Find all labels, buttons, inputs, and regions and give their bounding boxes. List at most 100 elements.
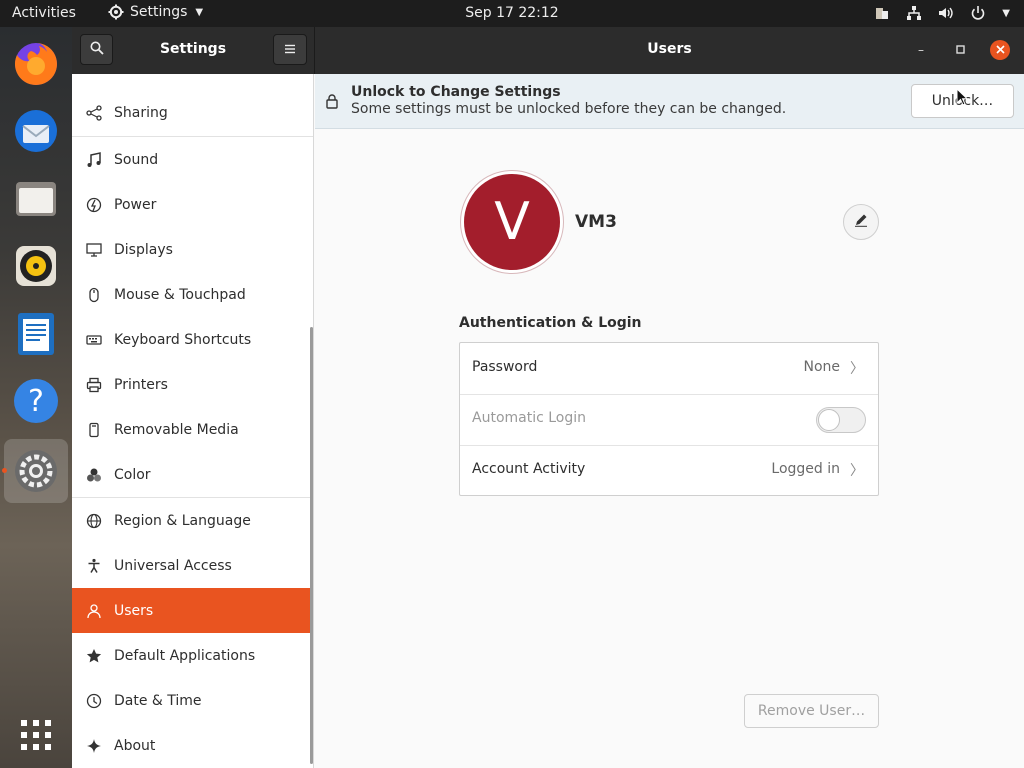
- thunderbird-icon[interactable]: [4, 99, 68, 163]
- sidebar-item-displays[interactable]: Displays: [72, 227, 313, 272]
- password-label: Password: [472, 359, 538, 375]
- maximize-button[interactable]: [950, 40, 970, 60]
- caret-down-icon: ▼: [195, 6, 204, 18]
- lock-icon: [325, 93, 339, 113]
- close-button[interactable]: [990, 40, 1010, 60]
- libreoffice-writer-icon[interactable]: [4, 302, 68, 366]
- minimize-icon: –: [918, 43, 924, 57]
- pencil-icon: [854, 213, 868, 231]
- infobar-title: Unlock to Change Settings: [351, 84, 561, 100]
- clock-icon: [86, 693, 102, 709]
- app-menu-label: Settings: [130, 4, 188, 20]
- sidebar-item-label: Power: [114, 196, 157, 213]
- maximize-icon: [955, 43, 965, 57]
- printer-icon: [86, 377, 102, 393]
- sidebar-item-region-language[interactable]: Region & Language: [72, 498, 313, 543]
- sidebar-item-label: About: [114, 737, 156, 754]
- sidebar-item-label: Region & Language: [114, 512, 251, 529]
- sidebar-item-universal-access[interactable]: Universal Access: [72, 543, 313, 588]
- chevron-right-icon: 〉: [850, 463, 864, 479]
- clock[interactable]: Sep 17 22:12: [465, 5, 558, 21]
- sidebar-item-sound[interactable]: Sound: [72, 137, 313, 182]
- users-panel: Unlock to Change Settings Some settings …: [315, 74, 1024, 768]
- activities-button[interactable]: Activities: [12, 5, 76, 21]
- color-icon: [86, 467, 102, 483]
- firefox-icon[interactable]: [4, 32, 68, 96]
- sidebar-item-label: Printers: [114, 376, 168, 393]
- app-menu[interactable]: Settings ▼: [108, 4, 203, 20]
- user-name: VM3: [575, 212, 617, 232]
- sidebar-item-label: Default Applications: [114, 647, 256, 664]
- sidebar-item-removable-media[interactable]: Removable Media: [72, 407, 313, 452]
- sidebar-item-label: Sharing: [114, 104, 168, 121]
- star-icon: [86, 648, 102, 664]
- music-note-icon: [86, 151, 102, 168]
- top-panel: Activities Settings ▼ Sep 17 22:12 ▼: [0, 0, 1024, 27]
- power-menu-icon[interactable]: [970, 5, 986, 21]
- volume-icon[interactable]: [938, 5, 954, 21]
- sidebar-item-label: Universal Access: [114, 557, 232, 574]
- keyboard-icon: [86, 332, 102, 348]
- password-row[interactable]: Password None 〉: [460, 343, 878, 394]
- show-applications-icon[interactable]: [4, 703, 68, 767]
- account-activity-label: Account Activity: [472, 461, 586, 477]
- power-icon: [86, 197, 102, 213]
- dock: ?: [0, 27, 72, 768]
- avatar-letter: V: [464, 174, 560, 270]
- sidebar-item-label: Sound: [114, 151, 159, 168]
- caret-down-icon[interactable]: ▼: [1002, 8, 1010, 19]
- auth-section-title: Authentication & Login: [459, 315, 642, 331]
- clipboard-icon[interactable]: [874, 5, 890, 21]
- sidebar-item-label: Date & Time: [114, 692, 202, 709]
- sidebar-item-sharing[interactable]: Sharing: [72, 90, 313, 135]
- share-icon: [86, 104, 102, 121]
- rhythmbox-icon[interactable]: [4, 234, 68, 298]
- sparkle-icon: [86, 738, 102, 754]
- svg-text:?: ?: [28, 384, 44, 419]
- gear-icon: [108, 4, 124, 20]
- password-value: None: [803, 359, 840, 375]
- automatic-login-switch[interactable]: [816, 407, 866, 433]
- files-icon[interactable]: [4, 167, 68, 231]
- remove-user-button[interactable]: Remove User…: [744, 694, 879, 728]
- settings-icon[interactable]: [4, 439, 68, 503]
- sidebar-item-users[interactable]: Users: [72, 588, 313, 633]
- sidebar-item-label: Removable Media: [114, 421, 239, 438]
- sidebar-item-label: Color: [114, 466, 151, 483]
- hamburger-icon: [284, 42, 296, 58]
- header-bar: Settings Users –: [72, 27, 1024, 74]
- sidebar-item-label: Keyboard Shortcuts: [114, 331, 252, 348]
- running-indicator: [2, 468, 7, 473]
- infobar-message: Some settings must be unlocked before th…: [351, 101, 787, 117]
- accessibility-icon: [86, 558, 102, 574]
- sidebar-item-printers[interactable]: Printers: [72, 362, 313, 407]
- account-activity-row[interactable]: Account Activity Logged in 〉: [460, 445, 878, 496]
- help-icon[interactable]: ?: [4, 369, 68, 433]
- mouse-pointer-icon: [956, 87, 969, 110]
- edit-name-button[interactable]: [843, 204, 879, 240]
- sidebar-item-default-applications[interactable]: Default Applications: [72, 633, 313, 678]
- sidebar-item-mouse-touchpad[interactable]: Mouse & Touchpad: [72, 272, 313, 317]
- sidebar-item-date-time[interactable]: Date & Time: [72, 678, 313, 723]
- sidebar-item-label: Displays: [114, 241, 173, 258]
- close-icon: [995, 43, 1005, 57]
- sidebar-scrollbar[interactable]: [310, 327, 313, 764]
- sidebar-item-label: Mouse & Touchpad: [114, 286, 246, 303]
- network-icon[interactable]: [906, 5, 922, 21]
- account-activity-value: Logged in: [771, 461, 840, 477]
- primary-menu-button[interactable]: [273, 34, 307, 65]
- sidebar: Sharing Sound Power Displays Mouse & Tou…: [72, 74, 314, 768]
- globe-icon: [86, 513, 102, 529]
- sidebar-item-keyboard-shortcuts[interactable]: Keyboard Shortcuts: [72, 317, 313, 362]
- sidebar-item-color[interactable]: Color: [72, 452, 313, 497]
- user-avatar-button[interactable]: V: [460, 170, 564, 274]
- sidebar-item-power[interactable]: Power: [72, 182, 313, 227]
- automatic-login-label: Automatic Login: [472, 410, 587, 426]
- minimize-button[interactable]: –: [911, 40, 931, 60]
- automatic-login-row: Automatic Login: [460, 394, 878, 445]
- sidebar-item-about[interactable]: About: [72, 723, 313, 768]
- mouse-icon: [86, 287, 102, 303]
- display-icon: [86, 242, 102, 258]
- unlock-infobar: Unlock to Change Settings Some settings …: [315, 74, 1024, 129]
- system-tray[interactable]: ▼: [874, 5, 1010, 21]
